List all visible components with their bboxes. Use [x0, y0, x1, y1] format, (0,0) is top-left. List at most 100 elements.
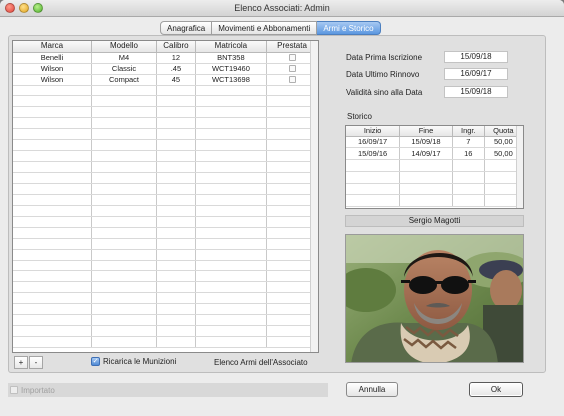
table-cell-modello: [91, 117, 158, 130]
empty-table-row[interactable]: [13, 216, 318, 228]
table-cell-modello: [91, 314, 158, 327]
table-cell-marca: [13, 292, 92, 305]
first-registration-field[interactable]: 15/09/18: [444, 51, 508, 63]
table-cell-calibro: [156, 161, 196, 173]
table-cell-fine: [399, 183, 453, 196]
column-header-matricola[interactable]: Matricola: [195, 41, 268, 53]
empty-table-row[interactable]: [13, 95, 318, 108]
table-cell-matricola: [195, 172, 268, 184]
table-row[interactable]: 16/09/17 15/09/18 7 50,00: [346, 136, 523, 149]
table-cell-modello: [91, 106, 158, 119]
empty-table-row[interactable]: [346, 183, 523, 196]
table-cell-modello: [91, 292, 158, 305]
cancel-button[interactable]: Annulla: [346, 382, 398, 397]
column-header-fine[interactable]: Fine: [399, 126, 453, 137]
prestata-checkbox[interactable]: [288, 65, 296, 73]
ok-button[interactable]: Ok: [469, 382, 523, 397]
empty-table-row[interactable]: [13, 106, 318, 119]
table-cell-calibro: 45: [156, 74, 196, 86]
tab-anagrafica[interactable]: Anagrafica: [160, 21, 213, 35]
empty-table-row[interactable]: [346, 159, 523, 172]
empty-table-row[interactable]: [13, 205, 318, 217]
column-header-calibro[interactable]: Calibro: [156, 41, 196, 53]
reload-ammo-checkbox[interactable]: ✓ Ricarica le Munizioni: [91, 357, 176, 366]
table-cell-matricola: [195, 314, 268, 327]
table-cell-calibro: .45: [156, 63, 196, 75]
table-cell-modello: [91, 303, 158, 316]
empty-table-row[interactable]: [13, 249, 318, 261]
table-row[interactable]: Benelli M4 12 BNT358: [13, 52, 318, 64]
empty-table-row[interactable]: [13, 128, 318, 141]
table-cell-calibro: [156, 303, 196, 316]
empty-table-row[interactable]: [13, 336, 318, 348]
empty-table-row[interactable]: [13, 314, 318, 327]
empty-table-row[interactable]: [13, 139, 318, 152]
empty-table-row[interactable]: [13, 238, 318, 250]
table-cell-matricola: [195, 336, 268, 348]
storico-table[interactable]: Inizio Fine Ingr. Quota 16/09/17 15/09/18…: [345, 125, 524, 209]
table-cell-marca: [13, 172, 92, 184]
last-renewal-label: Data Ultimo Rinnovo: [346, 70, 420, 79]
empty-table-row[interactable]: [13, 303, 318, 316]
prestata-checkbox[interactable]: [288, 76, 296, 84]
empty-table-row[interactable]: [13, 117, 318, 130]
table-cell-calibro: [156, 238, 196, 250]
table-cell-ingr: 7: [452, 136, 485, 149]
remove-arm-button[interactable]: -: [29, 356, 43, 369]
table-cell-calibro: [156, 292, 196, 305]
table-row[interactable]: Wilson Compact 45 WCT13698: [13, 74, 318, 86]
table-cell-matricola: [195, 95, 268, 108]
table-cell-calibro: [156, 260, 196, 272]
empty-table-row[interactable]: [13, 292, 318, 305]
prestata-checkbox[interactable]: [288, 54, 296, 62]
table-cell-modello: [91, 260, 158, 272]
arms-scrollbar[interactable]: [310, 41, 318, 352]
table-cell-matricola: [195, 150, 268, 163]
table-cell-modello: [91, 281, 158, 294]
table-cell-calibro: [156, 194, 196, 206]
arms-table[interactable]: Marca Modello Calibro Matricola Prestata…: [12, 40, 319, 353]
table-cell-matricola: [195, 270, 268, 283]
table-cell-matricola: [195, 106, 268, 119]
checkmark-icon[interactable]: ✓: [91, 357, 100, 366]
empty-table-row[interactable]: [13, 172, 318, 184]
empty-table-row[interactable]: [13, 85, 318, 97]
empty-table-row[interactable]: [346, 171, 523, 184]
empty-table-row[interactable]: [346, 194, 523, 208]
empty-table-row[interactable]: [13, 281, 318, 294]
table-cell-matricola: [195, 205, 268, 217]
table-cell-marca: [13, 183, 92, 195]
table-row[interactable]: Wilson Classic .45 WCT19460: [13, 63, 318, 75]
column-header-ingr[interactable]: Ingr.: [452, 126, 485, 137]
last-renewal-field[interactable]: 16/09/17: [444, 68, 508, 80]
table-cell-marca: [13, 227, 92, 239]
empty-table-row[interactable]: [13, 325, 318, 338]
table-cell-marca: [13, 336, 92, 348]
table-cell-calibro: [156, 95, 196, 108]
tab-movimenti-abbonamenti[interactable]: Movimenti e Abbonamenti: [212, 21, 318, 35]
table-cell-matricola: [195, 85, 268, 97]
empty-table-row[interactable]: [13, 194, 318, 206]
column-header-modello[interactable]: Modello: [91, 41, 158, 53]
empty-table-row[interactable]: [13, 260, 318, 272]
storico-scrollbar[interactable]: [516, 126, 523, 208]
table-cell-marca: [13, 106, 92, 119]
table-cell-matricola: [195, 281, 268, 294]
table-cell-marca: [13, 238, 92, 250]
table-cell-matricola: WCT19460: [195, 63, 268, 75]
add-arm-button[interactable]: +: [14, 356, 28, 369]
empty-table-row[interactable]: [13, 270, 318, 283]
tab-armi-storico[interactable]: Armi e Storico: [317, 21, 381, 35]
empty-table-row[interactable]: [13, 161, 318, 173]
table-row[interactable]: 15/09/16 14/09/17 16 50,00: [346, 147, 523, 161]
column-header-marca[interactable]: Marca: [13, 41, 92, 53]
table-cell-fine: [399, 194, 453, 208]
table-cell-modello: Classic: [91, 63, 158, 75]
table-cell-modello: [91, 95, 158, 108]
empty-table-row[interactable]: [13, 227, 318, 239]
first-registration-label: Data Prima Iscrizione: [346, 53, 423, 62]
column-header-inizio[interactable]: Inizio: [346, 126, 401, 137]
valid-until-field[interactable]: 15/09/18: [444, 86, 508, 98]
empty-table-row[interactable]: [13, 150, 318, 163]
empty-table-row[interactable]: [13, 183, 318, 195]
